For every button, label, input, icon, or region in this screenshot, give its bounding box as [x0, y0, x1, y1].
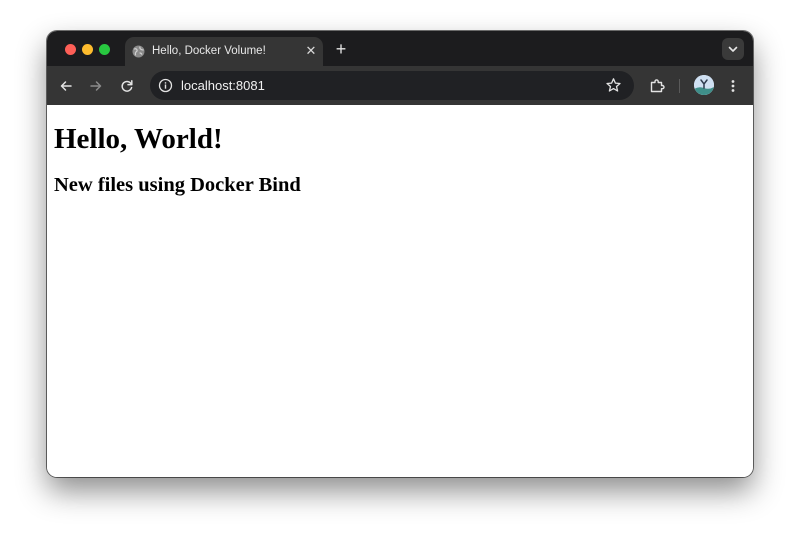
- avatar[interactable]: [694, 75, 714, 95]
- extensions-button[interactable]: [646, 75, 668, 97]
- puzzle-icon: [650, 79, 665, 93]
- address-bar[interactable]: localhost:8081: [150, 71, 634, 100]
- page-heading: Hello, World!: [54, 123, 223, 155]
- tab-strip: Hello, Docker Volume! ✕ +: [47, 31, 753, 66]
- close-window-button[interactable]: [65, 44, 76, 55]
- browser-window: Hello, Docker Volume! ✕ + localhost:8081…: [47, 31, 753, 477]
- star-icon[interactable]: [605, 77, 622, 94]
- reload-icon: [121, 80, 133, 92]
- maximize-window-button[interactable]: [99, 44, 110, 55]
- url-text[interactable]: localhost:8081: [181, 78, 265, 93]
- menu-button[interactable]: [722, 75, 744, 97]
- new-tab-button[interactable]: +: [331, 39, 351, 59]
- page-subheading: New files using Docker Bind: [54, 174, 301, 196]
- tab-title: Hello, Docker Volume!: [152, 45, 266, 57]
- arrow-right-icon: [90, 81, 102, 91]
- back-button[interactable]: [55, 75, 77, 97]
- reload-button[interactable]: [116, 75, 138, 97]
- globe-icon: [132, 45, 145, 58]
- arrow-left-icon: [60, 81, 72, 91]
- kebab-menu-icon: [731, 80, 735, 92]
- forward-button[interactable]: [85, 75, 107, 97]
- page-content: Hello, World! New files using Docker Bin…: [47, 105, 753, 477]
- minimize-window-button[interactable]: [82, 44, 93, 55]
- toolbar-divider: [679, 79, 680, 93]
- close-icon[interactable]: ✕: [303, 43, 319, 59]
- tab-search-button[interactable]: [722, 38, 744, 60]
- chevron-down-icon: [728, 46, 738, 52]
- toolbar: localhost:8081: [47, 66, 753, 105]
- info-icon[interactable]: [158, 78, 173, 93]
- tab-active[interactable]: Hello, Docker Volume! ✕: [125, 37, 323, 66]
